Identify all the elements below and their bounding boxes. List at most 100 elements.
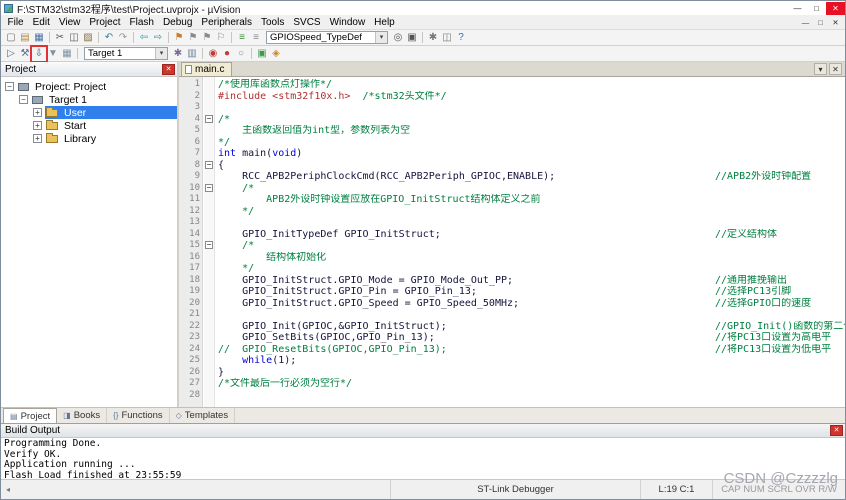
cut-icon[interactable]: ✂ <box>53 31 67 45</box>
code-line-4[interactable]: 4−/* <box>179 114 845 126</box>
code-line-8[interactable]: 8−{ <box>179 160 845 172</box>
rebuild-icon[interactable]: ▼ <box>46 47 60 61</box>
code-line-11[interactable]: 11 APB2外设时钟设置应放在GPIO_InitStruct结构体定义之前 <box>179 194 845 206</box>
help-icon[interactable]: ? <box>454 31 468 45</box>
insert-breakpoint-icon[interactable]: ● <box>220 47 234 61</box>
tree-item-target-1[interactable]: −Target 1 <box>1 93 177 106</box>
panel-tab-books[interactable]: ◨Books <box>57 408 107 423</box>
build-icon[interactable]: ⚒ <box>18 47 32 61</box>
tree-item-user[interactable]: +User <box>1 106 177 119</box>
mdi-minimize-button[interactable]: — <box>798 18 813 27</box>
redo-icon[interactable]: ↷ <box>116 31 130 45</box>
back-icon[interactable]: ⇦ <box>137 31 151 45</box>
code-line-26[interactable]: 26} <box>179 367 845 379</box>
fold-collapse-icon[interactable]: − <box>205 184 213 192</box>
next-bookmark-icon[interactable]: ⚑ <box>200 31 214 45</box>
translate-file-icon[interactable]: ▷ <box>4 47 18 61</box>
code-line-20[interactable]: 20 GPIO_InitStruct.GPIO_Speed = GPIO_Spe… <box>179 298 845 310</box>
code-line-2[interactable]: 2#include <stm32f10x.h> /*stm32头文件*/ <box>179 91 845 103</box>
panel-tab-project[interactable]: ▤Project <box>3 408 57 423</box>
search-combo[interactable]: GPIOSpeed_TypeDef ▾ <box>266 31 388 44</box>
kill-breakpoints-icon[interactable]: ○ <box>234 47 248 61</box>
mdi-restore-button[interactable]: □ <box>813 18 828 27</box>
configure-icon[interactable]: ✱ <box>426 31 440 45</box>
panel-tab-functions[interactable]: {}Functions <box>107 408 170 423</box>
code-line-9[interactable]: 9 RCC_APB2PeriphClockCmd(RCC_APB2Periph_… <box>179 171 845 183</box>
uncomment-icon[interactable]: ≡ <box>249 31 263 45</box>
forward-icon[interactable]: ⇨ <box>151 31 165 45</box>
code-line-23[interactable]: 23 GPIO_SetBits(GPIOC,GPIO_Pin_13);//将PC… <box>179 332 845 344</box>
code-line-19[interactable]: 19 GPIO_InitStruct.GPIO_Pin = GPIO_Pin_1… <box>179 286 845 298</box>
batch-build-icon[interactable]: ▦ <box>60 47 74 61</box>
menu-peripherals[interactable]: Peripherals <box>197 15 257 30</box>
target-select[interactable]: Target 1 ▾ <box>84 47 168 60</box>
start-debug-session-icon[interactable]: ◉ <box>206 47 220 61</box>
minimize-button[interactable]: — <box>788 2 807 15</box>
find-in-files-icon[interactable]: ▣ <box>405 31 419 45</box>
code-line-15[interactable]: 15− /* <box>179 240 845 252</box>
code-line-27[interactable]: 27/*文件最后一行必须为空行*/ <box>179 378 845 390</box>
comment-icon[interactable]: ≡ <box>235 31 249 45</box>
undo-icon[interactable]: ↶ <box>102 31 116 45</box>
tab-main-c[interactable]: main.c <box>181 62 232 76</box>
manage-layout-icon[interactable]: ▣ <box>255 47 269 61</box>
code-line-13[interactable]: 13 <box>179 217 845 229</box>
code-line-16[interactable]: 16 结构体初始化 <box>179 252 845 264</box>
menu-window[interactable]: Window <box>325 15 370 30</box>
build-output-close-icon[interactable]: ✕ <box>830 425 843 436</box>
scroll-left-icon[interactable]: ◂ <box>1 485 15 494</box>
fold-collapse-icon[interactable]: − <box>205 241 213 249</box>
load-icon[interactable]: ⇩ <box>32 47 46 61</box>
code-line-3[interactable]: 3 <box>179 102 845 114</box>
options-for-target-icon[interactable]: ✱ <box>171 47 185 61</box>
code-line-14[interactable]: 14 GPIO_InitTypeDef GPIO_InitStruct;//定义… <box>179 229 845 241</box>
expand-icon[interactable]: + <box>33 134 42 143</box>
menu-help[interactable]: Help <box>370 15 400 30</box>
tree-item-library[interactable]: +Library <box>1 132 177 145</box>
code-area[interactable]: 1/*使用库函数点灯操作*/2#include <stm32f10x.h> /*… <box>179 77 845 407</box>
code-line-17[interactable]: 17 */ <box>179 263 845 275</box>
tree-item-start[interactable]: +Start <box>1 119 177 132</box>
document-close-icon[interactable]: ✕ <box>829 63 842 75</box>
maximize-button[interactable]: □ <box>807 2 826 15</box>
project-targets-icon[interactable]: ◈ <box>269 47 283 61</box>
code-line-22[interactable]: 22 GPIO_Init(GPIOC,&GPIO_InitStruct);//G… <box>179 321 845 333</box>
prev-bookmark-icon[interactable]: ⚑ <box>186 31 200 45</box>
build-output-body[interactable]: Programming Done.Verify OK.Application r… <box>1 438 845 479</box>
expand-icon[interactable]: + <box>33 108 42 117</box>
code-line-18[interactable]: 18 GPIO_InitStruct.GPIO_Mode = GPIO_Mode… <box>179 275 845 287</box>
close-button[interactable]: ✕ <box>826 2 845 15</box>
file-extensions-icon[interactable]: ▥ <box>185 47 199 61</box>
code-line-21[interactable]: 21 <box>179 309 845 321</box>
chevron-down-icon[interactable]: ▾ <box>155 48 167 59</box>
code-line-12[interactable]: 12 */ <box>179 206 845 218</box>
code-line-25[interactable]: 25 while(1); <box>179 355 845 367</box>
chevron-down-icon[interactable]: ▾ <box>375 32 387 43</box>
save-icon[interactable]: ▦ <box>32 31 46 45</box>
code-line-10[interactable]: 10− /* <box>179 183 845 195</box>
project-panel-close-icon[interactable]: ✕ <box>162 64 175 75</box>
fold-collapse-icon[interactable]: − <box>205 115 213 123</box>
menu-file[interactable]: File <box>3 15 28 30</box>
window-split-icon[interactable]: ◫ <box>440 31 454 45</box>
new-file-icon[interactable]: ▢ <box>4 31 18 45</box>
code-line-6[interactable]: 6*/ <box>179 137 845 149</box>
code-line-28[interactable]: 28 <box>179 390 845 402</box>
menu-edit[interactable]: Edit <box>28 15 54 30</box>
expand-icon[interactable]: + <box>33 121 42 130</box>
copy-icon[interactable]: ◫ <box>67 31 81 45</box>
menu-debug[interactable]: Debug <box>158 15 196 30</box>
paste-icon[interactable]: ▨ <box>81 31 95 45</box>
menu-view[interactable]: View <box>54 15 85 30</box>
menu-tools[interactable]: Tools <box>257 15 289 30</box>
code-line-7[interactable]: 7int main(void) <box>179 148 845 160</box>
menu-project[interactable]: Project <box>85 15 125 30</box>
bookmark-icon[interactable]: ⚑ <box>172 31 186 45</box>
collapse-icon[interactable]: − <box>5 82 14 91</box>
menu-svcs[interactable]: SVCS <box>289 15 325 30</box>
menu-flash[interactable]: Flash <box>125 15 158 30</box>
code-line-5[interactable]: 5 主函数返回值为int型，参数列表为空 <box>179 125 845 137</box>
collapse-icon[interactable]: − <box>19 95 28 104</box>
find-icon[interactable]: ◎ <box>391 31 405 45</box>
clear-bookmarks-icon[interactable]: ⚐ <box>214 31 228 45</box>
